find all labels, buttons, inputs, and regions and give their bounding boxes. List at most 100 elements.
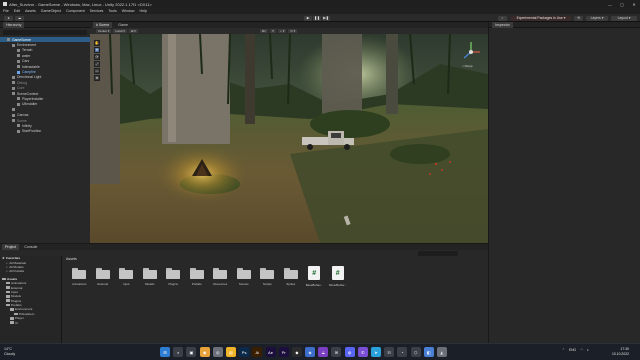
- rotate-tool-icon[interactable]: ⟳: [94, 54, 100, 60]
- play-button[interactable]: ▶: [304, 15, 312, 21]
- start-icon[interactable]: ⊞: [160, 347, 170, 357]
- tab-game[interactable]: Game: [115, 22, 131, 28]
- hand-tool-icon[interactable]: ✋: [94, 40, 100, 46]
- explorer-icon[interactable]: ▤: [225, 347, 236, 357]
- assets-breadcrumb[interactable]: Assets: [66, 257, 77, 261]
- gameobject-icon: [12, 43, 15, 47]
- after-effects-icon[interactable]: Ae: [265, 347, 276, 357]
- gameobject-icon: [17, 124, 20, 128]
- hierarchy-search-input[interactable]: [3, 30, 87, 35]
- asset-item[interactable]: Scripts: [258, 268, 277, 287]
- scene-viewport[interactable]: ✋ ✥ ⟳ ⤢ ▭ ⊕ < Persp: [90, 34, 488, 243]
- tree-folder-row[interactable]: UI: [0, 320, 61, 325]
- step-button[interactable]: ▶❚: [322, 15, 330, 21]
- steam-icon[interactable]: ◎: [212, 347, 223, 357]
- search-icon[interactable]: ⌕: [498, 15, 507, 21]
- menu-gameobject[interactable]: GameObject: [41, 9, 61, 13]
- menu-help[interactable]: Help: [140, 9, 147, 13]
- wifi-icon[interactable]: ◠: [580, 348, 583, 352]
- language-indicator[interactable]: ENG: [569, 348, 576, 352]
- terminal-icon[interactable]: ⬡: [410, 347, 421, 357]
- discord-icon[interactable]: ◍: [344, 347, 355, 357]
- pivot-rotation-dropdown[interactable]: Local ▾: [113, 29, 127, 33]
- mail-icon[interactable]: ✉: [331, 347, 342, 357]
- move-tool-icon[interactable]: ✥: [94, 47, 100, 53]
- perspective-label[interactable]: < Persp: [462, 64, 472, 68]
- menu-component[interactable]: Component: [66, 9, 85, 13]
- project-search-input[interactable]: [418, 251, 458, 256]
- draw-mode-dropdown[interactable]: ◐ ▾: [278, 29, 287, 33]
- minimize-button[interactable]: —: [604, 0, 616, 8]
- hierarchy-row-label: water: [22, 53, 31, 58]
- tab-inspector[interactable]: Inspector: [492, 21, 513, 28]
- asset-item[interactable]: Animations: [70, 268, 89, 287]
- window-controls: — ▢ ✕: [604, 0, 640, 8]
- tab-console[interactable]: Console: [21, 244, 40, 250]
- tab-hierarchy[interactable]: Hierarchy: [3, 21, 25, 28]
- tab-project[interactable]: Project: [2, 244, 20, 250]
- asset-item[interactable]: Scenes: [235, 268, 254, 287]
- clock[interactable]: 17:30 10.10.2022: [612, 347, 629, 357]
- hierarchy-row-label: GameScene: [12, 37, 31, 42]
- history-icon[interactable]: ⟲: [574, 15, 583, 21]
- gameobject-icon: [17, 97, 20, 101]
- close-button[interactable]: ✕: [628, 0, 640, 8]
- asset-item[interactable]: # MonoBehav...: [329, 266, 348, 287]
- asset-item[interactable]: Plugins: [164, 268, 183, 287]
- volume-icon[interactable]: 🔈︎: [587, 348, 589, 352]
- menu-edit[interactable]: Edit: [14, 9, 20, 13]
- viber-icon[interactable]: ✆: [357, 347, 368, 357]
- visual-studio-icon[interactable]: ⟁: [318, 347, 329, 357]
- game-icon[interactable]: ◧: [423, 347, 434, 357]
- maximize-button[interactable]: ▢: [616, 0, 628, 8]
- asset-item[interactable]: # BaseBehav...: [305, 266, 324, 287]
- lighting-toggle[interactable]: ☀: [269, 29, 277, 33]
- asset-item[interactable]: External: [94, 268, 113, 287]
- widgets-icon[interactable]: ◔: [397, 347, 408, 357]
- menu-services[interactable]: Services: [90, 9, 104, 13]
- menu-assets[interactable]: Assets: [25, 9, 36, 13]
- illustrator-icon[interactable]: Ai: [252, 347, 263, 357]
- tab-scene[interactable]: # Scene: [93, 22, 113, 28]
- hierarchy-row-label: UIInstaller: [22, 102, 38, 107]
- hierarchy-row[interactable]: StartPosition: [0, 129, 90, 134]
- 2d-toggle[interactable]: 2D: [259, 29, 268, 33]
- scale-tool-icon[interactable]: ⤢: [94, 61, 100, 67]
- asset-item[interactable]: Resources: [211, 268, 230, 287]
- chevron-up-icon[interactable]: ⌃: [562, 348, 565, 352]
- gizmos-dropdown[interactable]: ⊙ ▾: [288, 29, 298, 33]
- rect-tool-icon[interactable]: ▭: [94, 68, 100, 74]
- chrome-icon[interactable]: ◉: [199, 347, 210, 357]
- tree-folder-label: Assets: [7, 276, 18, 281]
- cloud-icon[interactable]: ☁: [15, 15, 24, 21]
- experimental-packages-dropdown[interactable]: Experimental Packages in Use ▾: [511, 15, 571, 21]
- pivot-mode-dropdown[interactable]: Center ▾: [96, 29, 112, 33]
- asset-item[interactable]: Prefabs: [188, 268, 207, 287]
- blender-icon[interactable]: ◈: [305, 347, 316, 357]
- grid-snap-dropdown[interactable]: ⊞ ▾: [128, 29, 138, 33]
- unity-hub-icon[interactable]: ◆: [291, 347, 302, 357]
- menu-window[interactable]: Window: [122, 9, 135, 13]
- pause-button[interactable]: ❚❚: [313, 15, 321, 21]
- layers-dropdown[interactable]: Layers ▾: [586, 15, 608, 21]
- gameobject-icon: [12, 108, 15, 112]
- unity-logo-icon: [3, 2, 7, 6]
- weather-widget[interactable]: 14°C Cloudy: [4, 347, 15, 357]
- account-icon[interactable]: ●: [4, 15, 13, 21]
- asset-item[interactable]: Input: [117, 268, 136, 287]
- transform-tool-icon[interactable]: ⊕: [94, 75, 100, 81]
- asset-item[interactable]: Sprites: [282, 268, 301, 287]
- notes-icon[interactable]: ☷: [384, 347, 395, 357]
- gameobject-icon: [17, 102, 20, 106]
- search-icon[interactable]: ⌕: [173, 347, 184, 357]
- unity-icon[interactable]: ◭: [436, 347, 447, 357]
- taskview-icon[interactable]: ▣: [186, 347, 197, 357]
- menu-tools[interactable]: Tools: [108, 9, 116, 13]
- layout-dropdown[interactable]: Layout ▾: [611, 15, 637, 21]
- asset-item[interactable]: Models: [141, 268, 160, 287]
- orientation-gizmo-icon[interactable]: [460, 40, 482, 64]
- photoshop-icon[interactable]: Ps: [239, 347, 250, 357]
- premiere-icon[interactable]: Pr: [278, 347, 289, 357]
- menu-file[interactable]: File: [3, 9, 9, 13]
- telegram-icon[interactable]: ➤: [371, 347, 381, 357]
